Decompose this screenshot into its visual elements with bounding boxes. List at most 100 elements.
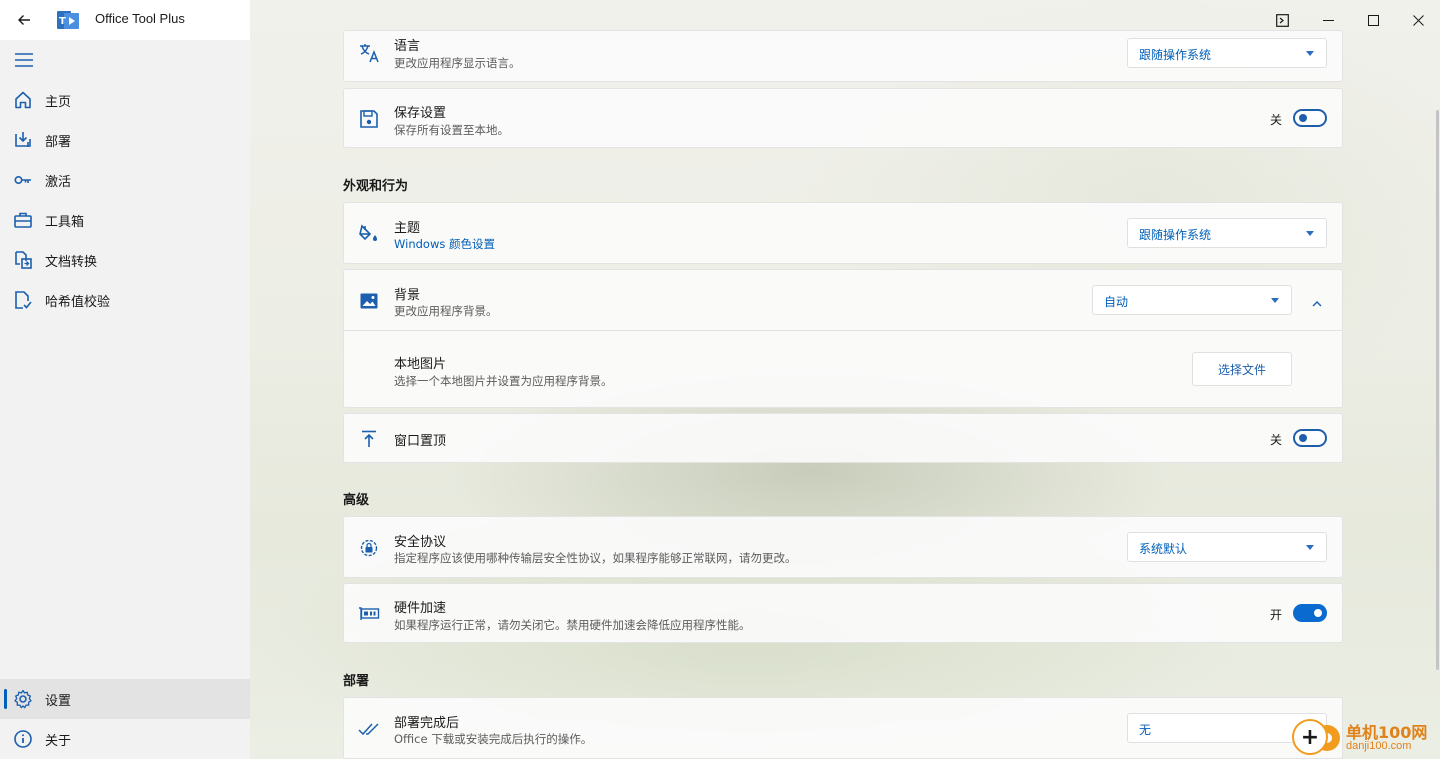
- setting-security-protocol: 安全协议 指定程序应该使用哪种传输层安全性协议，如果程序能够正常联网，请勿更改。…: [343, 516, 1343, 578]
- convert-icon: [12, 250, 34, 270]
- setting-background[interactable]: 背景 更改应用程序背景。 自动: [343, 269, 1343, 331]
- setting-theme: 主题 Windows 颜色设置 跟随操作系统: [343, 202, 1343, 264]
- chevron-down-icon: [1306, 545, 1314, 550]
- setting-title: 保存设置: [394, 106, 447, 121]
- dropdown-value: 系统默认: [1139, 542, 1188, 556]
- close-button[interactable]: [1395, 0, 1440, 40]
- dropdown-value: 自动: [1104, 295, 1129, 309]
- gpu-icon: [358, 603, 380, 625]
- choose-file-button[interactable]: 选择文件: [1192, 352, 1292, 386]
- terminal-icon: [1275, 13, 1289, 27]
- save-icon: [358, 108, 380, 130]
- setting-description: 保存所有设置至本地。: [394, 123, 509, 137]
- setting-title: 硬件加速: [394, 601, 447, 616]
- pin-top-icon: [358, 428, 380, 450]
- vertical-scrollbar[interactable]: [1436, 110, 1439, 670]
- toggle-state-label: 关: [1270, 433, 1283, 447]
- section-heading-appearance: 外观和行为: [343, 179, 409, 194]
- theme-dropdown[interactable]: 跟随操作系统: [1127, 218, 1327, 248]
- translate-icon: [358, 42, 380, 64]
- double-check-icon: [358, 718, 380, 740]
- setting-local-image: 本地图片 选择一个本地图片并设置为应用程序背景。 选择文件: [343, 330, 1343, 408]
- menu-toggle-button[interactable]: [12, 50, 36, 70]
- close-icon: [1412, 14, 1424, 26]
- toggle-state-label: 关: [1270, 113, 1283, 127]
- app-title: Office Tool Plus: [95, 11, 185, 26]
- paint-bucket-icon: [358, 223, 380, 245]
- setting-description: 选择一个本地图片并设置为应用程序背景。: [394, 374, 613, 388]
- dropdown-value: 跟随操作系统: [1139, 48, 1212, 62]
- setting-title: 本地图片: [394, 357, 447, 372]
- section-heading-deploy: 部署: [343, 674, 370, 689]
- section-heading-advanced: 高级: [343, 493, 370, 508]
- hamburger-icon: [15, 53, 33, 67]
- dropdown-value: 无: [1139, 723, 1152, 737]
- sidebar-item-settings[interactable]: 设置: [0, 679, 250, 719]
- key-icon: [12, 170, 34, 190]
- home-icon: [12, 90, 34, 110]
- sidebar-item-label: 主页: [45, 94, 72, 110]
- back-arrow-icon: [18, 15, 30, 25]
- toggle-knob: [1314, 609, 1322, 617]
- sidebar-item-about[interactable]: 关于: [0, 719, 250, 759]
- hardware-acceleration-toggle[interactable]: [1293, 604, 1327, 622]
- setting-after-deploy: 部署完成后 Office 下载或安装完成后执行的操作。 无: [343, 697, 1343, 759]
- sidebar-item-label: 哈希值校验: [45, 294, 111, 310]
- sidebar-item-convert[interactable]: 文档转换: [0, 240, 250, 280]
- watermark: + 单机100网 danji100.com: [1290, 716, 1440, 759]
- setting-language: 语言 更改应用程序显示语言。 跟随操作系统: [343, 30, 1343, 82]
- sidebar-item-deploy[interactable]: 部署: [0, 120, 250, 160]
- image-icon: [358, 290, 380, 312]
- setting-title: 背景: [394, 288, 421, 303]
- setting-title: 语言: [394, 39, 421, 54]
- watermark-url: danji100.com: [1346, 740, 1412, 752]
- background-dropdown[interactable]: 自动: [1092, 285, 1292, 315]
- hash-check-icon: [12, 290, 34, 310]
- chevron-up-icon[interactable]: [1311, 294, 1323, 313]
- setting-save: 保存设置 保存所有设置至本地。 关: [343, 88, 1343, 148]
- toggle-knob: [1299, 114, 1307, 122]
- sidebar-item-activate[interactable]: 激活: [0, 160, 250, 200]
- maximize-button[interactable]: [1350, 0, 1396, 40]
- setting-title: 主题: [394, 221, 421, 236]
- sidebar-item-label: 设置: [45, 693, 72, 709]
- toggle-state-label: 开: [1270, 608, 1283, 622]
- app-logo-icon: T: [57, 9, 79, 31]
- maximize-icon: [1367, 14, 1379, 26]
- security-protocol-dropdown[interactable]: 系统默认: [1127, 532, 1327, 562]
- setting-description: 如果程序运行正常，请勿关闭它。禁用硬件加速会降低应用程序性能。: [394, 618, 751, 632]
- dropdown-value: 跟随操作系统: [1139, 228, 1212, 242]
- setting-description: 指定程序应该使用哪种传输层安全性协议，如果程序能够正常联网，请勿更改。: [394, 551, 797, 565]
- sidebar-item-toolbox[interactable]: 工具箱: [0, 200, 250, 240]
- setting-hardware-acceleration: 硬件加速 如果程序运行正常，请勿关闭它。禁用硬件加速会降低应用程序性能。 开: [343, 583, 1343, 643]
- language-dropdown[interactable]: 跟随操作系统: [1127, 38, 1327, 68]
- setting-title: 安全协议: [394, 535, 447, 550]
- svg-text:T: T: [59, 16, 66, 27]
- windows-color-settings-link[interactable]: Windows 颜色设置: [394, 236, 495, 252]
- setting-title: 窗口置顶: [394, 434, 447, 449]
- toolbox-icon: [12, 210, 34, 230]
- topmost-toggle[interactable]: [1293, 429, 1327, 447]
- deploy-icon: [12, 130, 34, 150]
- sidebar-item-label: 工具箱: [45, 214, 85, 230]
- setting-description: 更改应用程序显示语言。: [394, 56, 521, 70]
- back-button[interactable]: [10, 6, 38, 34]
- sidebar-item-hash-check[interactable]: 哈希值校验: [0, 280, 250, 320]
- setting-description: Office 下载或安装完成后执行的操作。: [394, 732, 593, 746]
- sidebar-item-label: 文档转换: [45, 254, 98, 270]
- sidebar-item-label: 激活: [45, 174, 72, 190]
- watermark-plus-icon: +: [1292, 719, 1328, 755]
- setting-title: 部署完成后: [394, 716, 460, 731]
- save-settings-toggle[interactable]: [1293, 109, 1327, 127]
- chevron-down-icon: [1306, 231, 1314, 236]
- lock-icon: [358, 537, 380, 559]
- minimize-icon: [1322, 19, 1334, 21]
- sidebar: 主页 部署 激活 工具箱 文档转换 哈希值校验 设置 关于: [0, 40, 250, 759]
- info-icon: [12, 729, 34, 749]
- chevron-down-icon: [1271, 298, 1279, 303]
- gear-icon: [12, 689, 34, 709]
- sidebar-item-home[interactable]: 主页: [0, 80, 250, 120]
- setting-description: 更改应用程序背景。: [394, 304, 498, 318]
- toggle-knob: [1299, 434, 1307, 442]
- chevron-down-icon: [1306, 51, 1314, 56]
